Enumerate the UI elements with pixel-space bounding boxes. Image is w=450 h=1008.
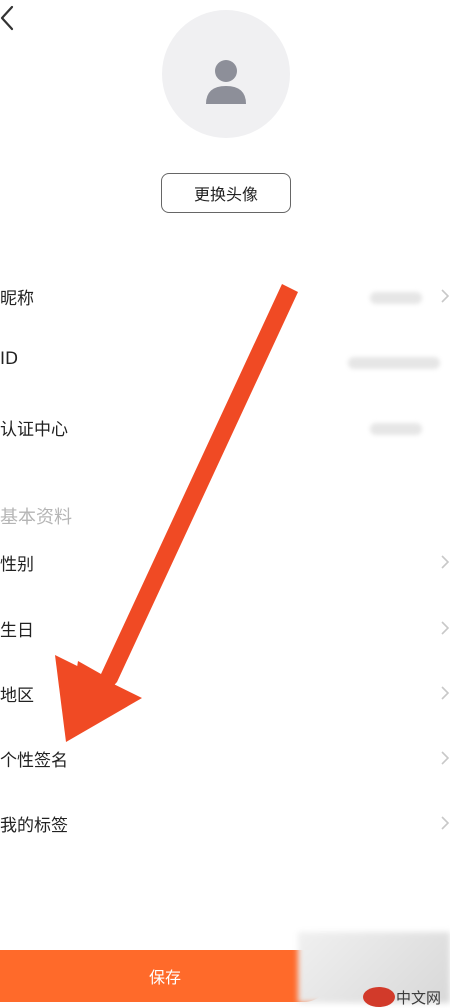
row-label: 性别: [0, 555, 34, 575]
chevron-right-icon: [441, 816, 450, 830]
row-label: 生日: [0, 621, 34, 641]
avatar[interactable]: [162, 10, 290, 138]
annotation-arrow: [55, 284, 298, 742]
row-nickname[interactable]: 昵称: [0, 272, 450, 322]
save-button[interactable]: 保存: [0, 950, 330, 1002]
chevron-right-icon: [441, 555, 450, 569]
chevron-right-icon: [441, 289, 450, 303]
blurred-value: [370, 423, 422, 435]
row-label: 个性签名: [0, 751, 68, 771]
blurred-value: [348, 357, 440, 369]
row-id[interactable]: ID: [0, 337, 450, 387]
row-region[interactable]: 地区: [0, 669, 450, 719]
watermark-text: 中文网: [396, 988, 442, 1007]
row-label: 地区: [0, 686, 34, 706]
row-birthday[interactable]: 生日: [0, 604, 450, 654]
chevron-right-icon: [441, 751, 450, 765]
user-icon: [206, 60, 246, 104]
watermark: 中文网: [362, 986, 441, 1008]
section-title-basic-info: 基本资料: [0, 507, 72, 528]
row-label: 我的标签: [0, 816, 68, 836]
chevron-left-icon: [0, 5, 14, 31]
row-verification-center[interactable]: 认证中心: [0, 403, 450, 453]
row-gender[interactable]: 性别: [0, 538, 450, 588]
php-logo: [363, 987, 395, 1007]
row-my-tags[interactable]: 我的标签: [0, 799, 450, 849]
row-label: ID: [0, 349, 19, 369]
row-signature[interactable]: 个性签名: [0, 734, 450, 784]
back-button[interactable]: [0, 4, 22, 32]
row-label: 认证中心: [0, 420, 68, 440]
blurred-value: [370, 292, 422, 304]
chevron-right-icon: [441, 686, 450, 700]
row-label: 昵称: [0, 289, 34, 309]
change-avatar-button[interactable]: 更换头像: [161, 173, 291, 213]
chevron-right-icon: [441, 621, 450, 635]
